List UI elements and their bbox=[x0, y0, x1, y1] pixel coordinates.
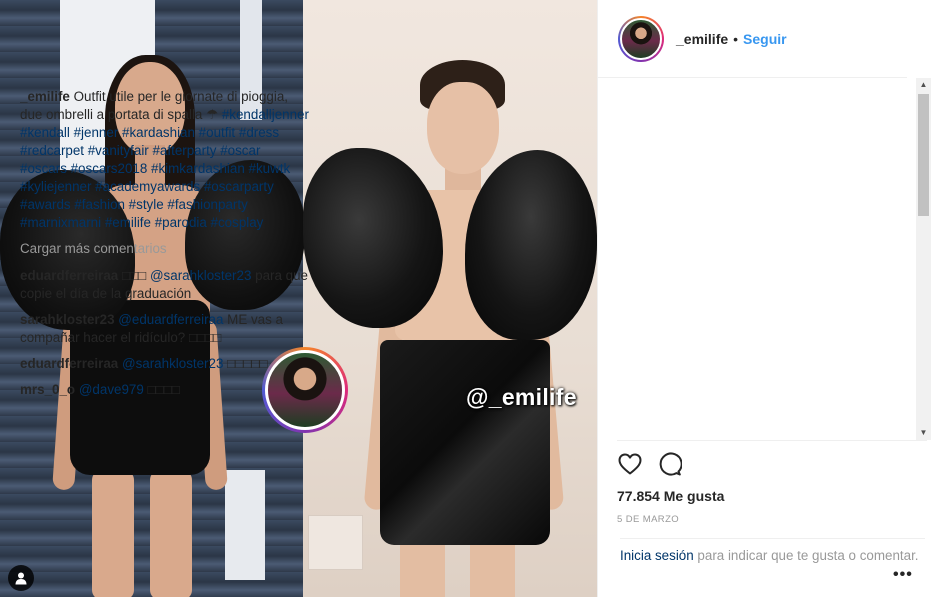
load-more-comments-button[interactable]: Cargar más comentarios bbox=[20, 240, 310, 258]
post-actions: 77.854 Me gusta 5 de marzo bbox=[617, 440, 927, 525]
list-item: sarahkloster23 @eduardferreiraa ME vas a… bbox=[20, 312, 283, 345]
scroll-down-icon[interactable]: ▼ bbox=[916, 426, 931, 440]
list-item: eduardferreiraa □□□ @sarahkloster23 para… bbox=[20, 267, 310, 303]
header-username[interactable]: _emilife bbox=[676, 31, 728, 47]
post-view: @_emilife _emilife • Seguir _emilife Out… bbox=[0, 0, 931, 597]
comment-mention[interactable]: @eduardferreiraa bbox=[118, 312, 223, 327]
post-caption: _emilife Outfit utile per le giornate di… bbox=[20, 88, 310, 232]
login-text: para indicar que te gusta o comentar. bbox=[693, 548, 919, 563]
heart-icon[interactable] bbox=[617, 451, 643, 477]
user-tag-icon[interactable] bbox=[8, 565, 34, 591]
caption-hashtags[interactable]: #kendalljenner #kendall #jenner #kardash… bbox=[20, 107, 309, 230]
comment-username[interactable]: mrs_0_o bbox=[20, 382, 75, 397]
comment-icon[interactable] bbox=[657, 451, 683, 477]
comment-emoji: □□□ bbox=[121, 268, 150, 283]
comment-emoji: □□□□□ bbox=[227, 356, 268, 371]
scrollbar-thumb[interactable] bbox=[918, 94, 929, 216]
post-header: _emilife • Seguir bbox=[598, 0, 907, 78]
more-options-icon[interactable]: ••• bbox=[893, 566, 913, 584]
avatar[interactable] bbox=[618, 15, 664, 62]
scroll-up-icon[interactable]: ▲ bbox=[916, 78, 931, 92]
comment-mention[interactable]: @dave979 bbox=[79, 382, 144, 397]
comments-scrollbar[interactable]: ▲ ▼ bbox=[916, 78, 931, 440]
header-separator: • bbox=[733, 30, 739, 47]
comment-username[interactable]: sarahkloster23 bbox=[20, 312, 115, 327]
photo-watermark: @_emilife bbox=[466, 384, 577, 410]
login-link[interactable]: Inicia sesión bbox=[620, 548, 694, 563]
comment-mention[interactable]: @sarahkloster23 bbox=[150, 268, 251, 283]
caption-username[interactable]: _emilife bbox=[20, 89, 70, 104]
comment-username[interactable]: eduardferreiraa bbox=[20, 356, 118, 371]
likes-count[interactable]: 77.854 Me gusta bbox=[617, 488, 927, 504]
list-item: eduardferreiraa @sarahkloster23 □□□□□ bbox=[20, 355, 310, 373]
follow-button[interactable]: Seguir bbox=[743, 31, 787, 47]
login-prompt: Inicia sesión para indicar que te gusta … bbox=[620, 538, 925, 565]
list-item: mrs_0_o @dave979 □□□□ bbox=[20, 381, 310, 399]
comment-emoji: □□□□ bbox=[147, 382, 180, 397]
comment-mention[interactable]: @sarahkloster23 bbox=[122, 356, 223, 371]
comment-username[interactable]: eduardferreiraa bbox=[20, 268, 118, 283]
comments-list[interactable]: _emilife Outfit utile per le giornate di… bbox=[20, 88, 310, 440]
post-date: 5 de marzo bbox=[617, 514, 680, 525]
